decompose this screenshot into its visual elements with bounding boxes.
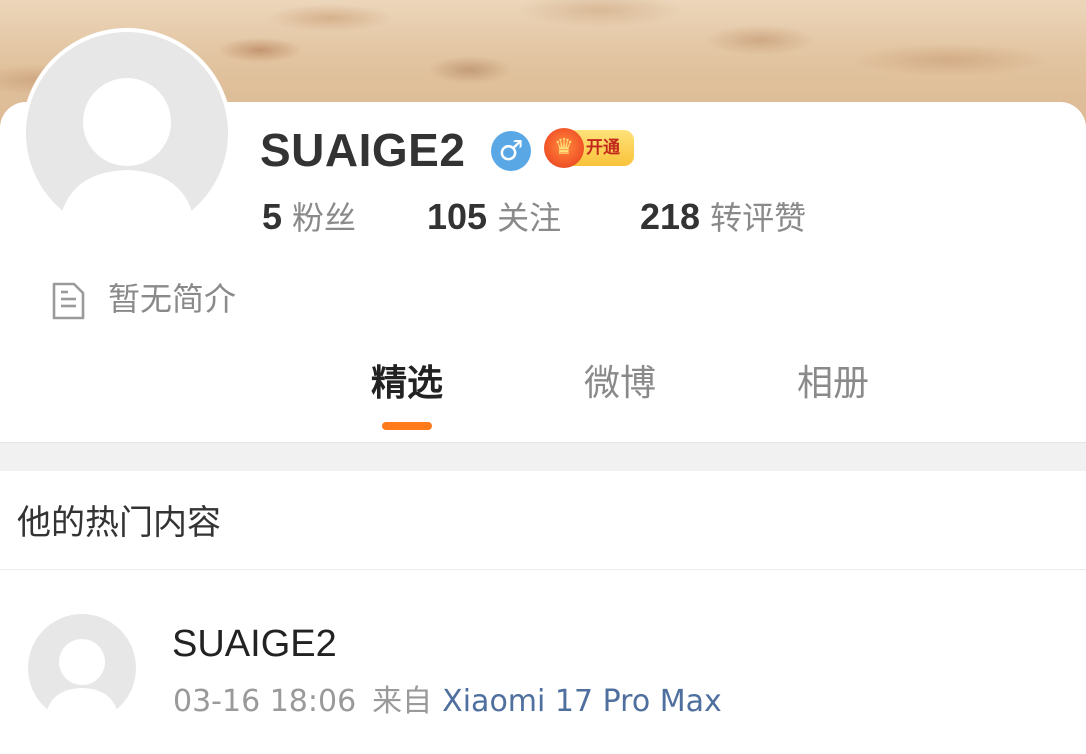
post-author-name[interactable]: SUAIGE2 [172, 620, 337, 668]
section-gap [0, 442, 1086, 471]
following-count: 105 [427, 196, 488, 237]
profile-username: SUAIGE2 [260, 124, 466, 176]
interactions-count: 218 [640, 196, 701, 237]
tab-featured[interactable]: 精选 [327, 360, 487, 408]
post-time: 03-16 18:06 [173, 684, 357, 719]
following-label: 关注 [497, 199, 562, 237]
following-stat[interactable]: 105 关注 [427, 195, 561, 239]
tab-weibo[interactable]: 微博 [540, 360, 700, 408]
tab-album[interactable]: 相册 [753, 360, 913, 408]
document-icon [50, 281, 86, 338]
vip-open-label: 开通 [586, 138, 620, 158]
interactions-label: 转评赞 [710, 199, 807, 237]
followers-count: 5 [262, 196, 283, 237]
avatar-placeholder-icon [26, 32, 228, 234]
profile-avatar[interactable] [22, 28, 232, 238]
avatar-placeholder-icon [45, 639, 119, 722]
vip-open-badge[interactable]: ♛ 开通 [544, 128, 634, 168]
section-divider [0, 569, 1086, 570]
intro-text: 暂无简介 [108, 280, 237, 318]
interactions-stat[interactable]: 218 转评赞 [640, 195, 806, 239]
vip-crown-icon: ♛ [544, 128, 584, 168]
post-source-label: 来自 [372, 684, 433, 719]
followers-stat[interactable]: 5 粉丝 [262, 195, 356, 239]
post-source-device[interactable]: Xiaomi 17 Pro Max [442, 684, 722, 719]
post-meta: 03-16 18:06 来自 Xiaomi 17 Pro Max [173, 680, 722, 724]
active-tab-indicator [382, 422, 432, 430]
followers-label: 粉丝 [292, 199, 357, 237]
male-gender-icon: ♂ [491, 131, 531, 171]
hot-content-title: 他的热门内容 [17, 503, 221, 543]
post-author-avatar[interactable] [28, 614, 136, 722]
